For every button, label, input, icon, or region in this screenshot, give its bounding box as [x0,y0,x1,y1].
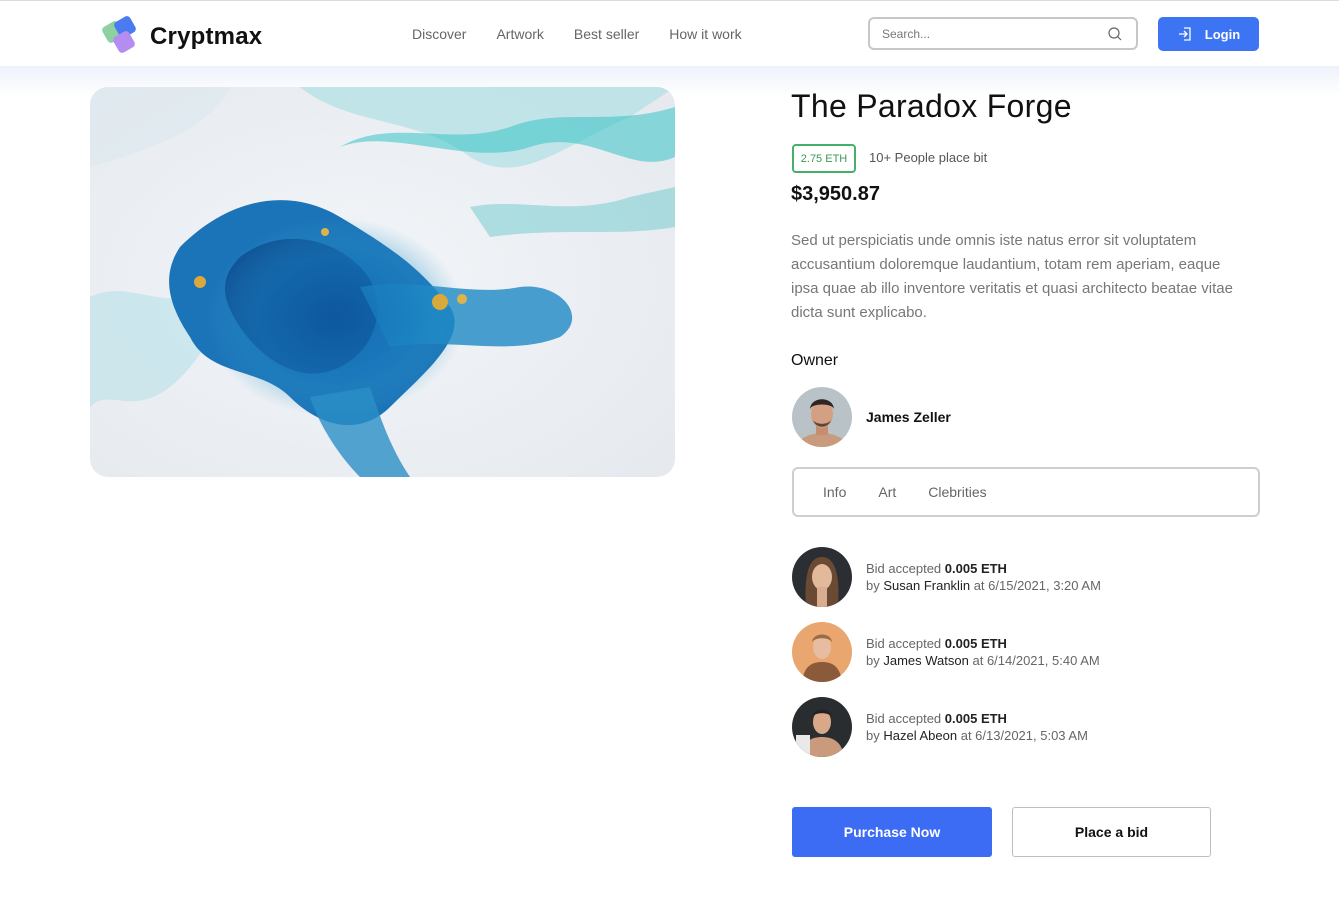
owner-avatar[interactable] [792,387,852,447]
brand-name: Cryptmax [150,23,263,50]
item-description: Sed ut perspiciatis unde omnis iste natu… [791,232,1233,321]
place-bid-button[interactable]: Place a bid [1012,807,1211,857]
search-input[interactable] [882,26,1082,41]
detail-tabs: Info Art Clebrities [792,467,1260,517]
nav-item-how-it-work[interactable]: How it work [669,26,741,42]
avatar[interactable] [792,697,852,757]
bid-text: Bid accepted 0.005 ETH by Susan Franklin… [866,561,1101,593]
bid-count: 10+ People place bit [869,150,988,165]
nav-item-discover[interactable]: Discover [412,26,466,42]
usd-price: $3,950.87 [791,183,880,205]
tab-clebrities[interactable]: Clebrities [928,484,986,500]
bidder-name: Susan Franklin [883,578,971,593]
main-nav: Discover Artwork Best seller How it work [412,26,772,42]
bid-text: Bid accepted 0.005 ETH by James Watson a… [866,636,1100,668]
owner-name[interactable]: James Zeller [866,409,951,425]
nav-item-best-seller[interactable]: Best seller [574,26,639,42]
avatar[interactable] [792,547,852,607]
avatar[interactable] [792,622,852,682]
nav-item-artwork[interactable]: Artwork [496,26,543,42]
bid-amount: 0.005 ETH [944,636,1007,651]
site-header: Cryptmax Discover Artwork Best seller Ho… [0,0,1339,66]
bid-text: Bid accepted 0.005 ETH by Hazel Abeon at… [866,711,1088,743]
search-box [868,17,1138,50]
logo[interactable]: Cryptmax [100,14,263,56]
tab-art[interactable]: Art [878,484,896,500]
search-icon[interactable] [1108,27,1122,41]
purchase-now-button[interactable]: Purchase Now [792,807,992,857]
bidder-name: Hazel Abeon [883,728,958,743]
login-icon [1178,27,1191,41]
tab-info[interactable]: Info [823,484,846,500]
bidder-name: James Watson [883,653,969,668]
login-button[interactable]: Login [1158,17,1259,51]
bid-amount: 0.005 ETH [944,561,1007,576]
logo-icon [100,14,142,56]
artwork-image [90,87,675,477]
bid-amount: 0.005 ETH [944,711,1007,726]
login-label: Login [1204,26,1241,42]
owner-label: Owner [791,352,839,369]
item-title: The Paradox Forge [791,88,1072,124]
eth-price-badge: 2.75 ETH [792,144,856,173]
